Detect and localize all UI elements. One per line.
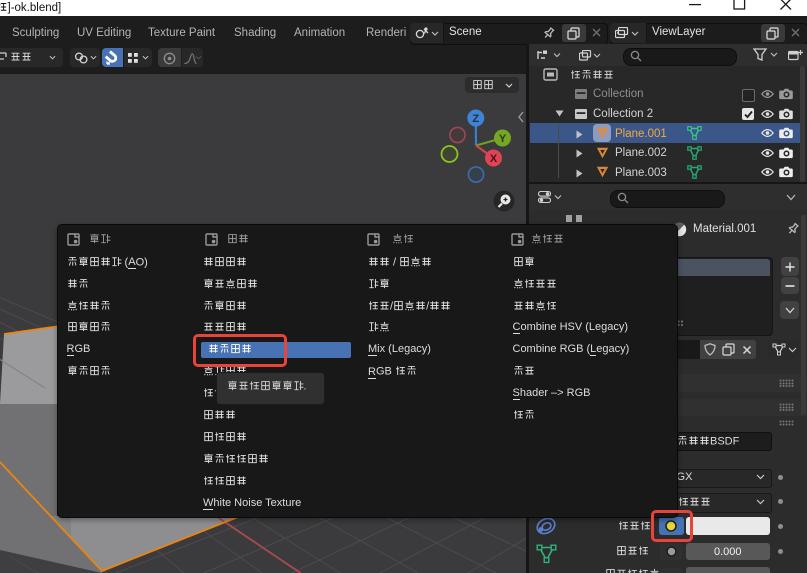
svg-text:X: X: [490, 153, 498, 165]
svg-text:Y: Y: [499, 133, 507, 145]
svg-text:Z: Z: [472, 113, 479, 125]
